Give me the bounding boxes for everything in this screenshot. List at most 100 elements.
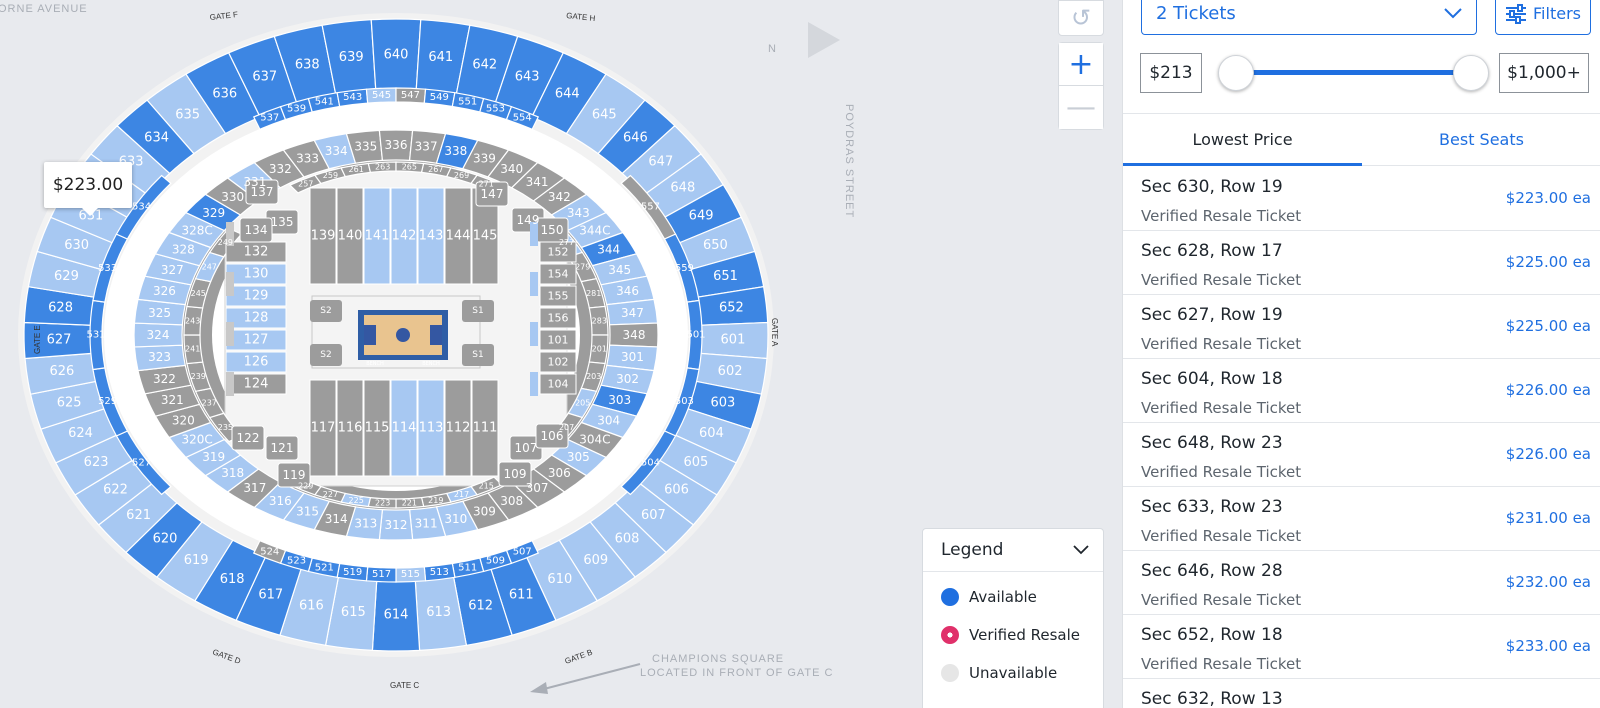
listing-row[interactable]: Sec 632, Row 13 (1123, 679, 1600, 708)
section-label: 320 (172, 413, 195, 427)
section-label: 317 (243, 481, 266, 495)
section-label: S1 (472, 350, 483, 360)
section-label: 629 (54, 269, 79, 284)
listing-row[interactable]: Sec 648, Row 23 Verified Resale Ticket $22… (1123, 423, 1600, 487)
section-label: 533 (98, 263, 117, 274)
section-label: 625 (57, 396, 82, 411)
section-label: 121 (271, 441, 294, 455)
section-label: 326 (153, 284, 176, 298)
listing-row[interactable]: Sec 652, Row 18 Verified Resale Ticket $23… (1123, 615, 1600, 679)
section-label: 259 (323, 171, 338, 180)
price-max-input[interactable]: $1,000+ (1499, 53, 1589, 93)
listing-row[interactable]: Sec 646, Row 28 Verified Resale Ticket $23… (1123, 551, 1600, 615)
section-label: 549 (430, 92, 449, 103)
price-slider-min-handle[interactable] (1218, 55, 1254, 91)
section-label: 102 (548, 356, 569, 369)
legend-header[interactable]: Legend (923, 529, 1103, 572)
zoom-controls: + — (1058, 42, 1104, 130)
section-label: 637 (252, 70, 277, 85)
section-label: 130 (244, 267, 269, 282)
section-label: 311 (415, 516, 438, 530)
section-label: 132 (244, 245, 269, 260)
listing-row[interactable]: Sec 633, Row 23 Verified Resale Ticket $23… (1123, 487, 1600, 551)
courtside-section[interactable] (530, 272, 538, 296)
section-label: 156 (548, 312, 569, 325)
filters-button[interactable]: Filters (1495, 0, 1591, 35)
reset-view-button[interactable]: ↺ (1058, 0, 1104, 36)
listing-ticket-type: Verified Resale Ticket (1141, 399, 1302, 417)
section-label: 140 (338, 229, 363, 244)
section-label: 106 (541, 429, 564, 443)
section-label: 609 (583, 553, 608, 568)
seat-map[interactable]: 635 636 637 638 639 640 641 642 643 644 645 646 647 6… (0, 0, 1122, 708)
listing-price: $225.00 ea (1505, 253, 1591, 271)
section-label: 279 (575, 263, 590, 272)
section-label: 343 (567, 206, 590, 220)
paint-right (430, 325, 442, 345)
listing-row[interactable]: Sec 630, Row 19 Verified Resale Ticket $22… (1123, 167, 1600, 231)
price-min-input[interactable]: $213 (1140, 53, 1202, 93)
section-label: 229 (298, 482, 313, 491)
section-label: 245 (191, 289, 206, 298)
section-label: 328C (182, 224, 213, 238)
section-label: 142 (392, 229, 417, 244)
courtside-section[interactable] (530, 372, 538, 396)
zoom-out-button[interactable]: — (1058, 86, 1104, 130)
gate-label: GATE E (33, 325, 42, 354)
section-label: 139 (311, 229, 336, 244)
section-label: 249 (218, 238, 233, 247)
section-label: 205 (575, 398, 590, 407)
gate-label: GATE C (390, 681, 419, 690)
section-label: 338 (444, 144, 467, 158)
section-label: 137 (251, 185, 274, 199)
sort-tabs: Lowest Price Best Seats (1123, 113, 1600, 166)
tab-best-seats[interactable]: Best Seats (1362, 114, 1600, 165)
listing-row[interactable]: Sec 604, Row 18 Verified Resale Ticket $22… (1123, 359, 1600, 423)
section-label: 602 (718, 364, 743, 379)
section-label: 116 (338, 421, 363, 436)
section-label: 630 (64, 238, 89, 253)
available-dot-icon (941, 588, 959, 606)
ticket-quantity-select[interactable]: 2 Tickets (1141, 0, 1477, 35)
section-label: 149 (517, 213, 540, 227)
section-label: 545 (372, 90, 391, 101)
listing-row[interactable]: Sec 627, Row 19 Verified Resale Ticket $22… (1123, 295, 1600, 359)
section-label: 553 (486, 103, 505, 114)
gate-label: GATE A (770, 318, 779, 347)
section-label: 524 (260, 547, 279, 558)
section-label: 225 (349, 496, 364, 505)
section-label: 612 (468, 599, 493, 614)
listing-title: Sec 652, Row 18 (1141, 625, 1283, 645)
courtside-section[interactable] (226, 322, 234, 346)
listing-ticket-type: Verified Resale Ticket (1141, 527, 1302, 545)
section-label: 144 (446, 229, 471, 244)
courtside-section[interactable] (226, 372, 234, 396)
section-label: 306 (548, 466, 571, 480)
courtside-section[interactable] (226, 272, 234, 296)
section-label: 109 (504, 467, 527, 481)
section-label: 332 (269, 162, 292, 176)
listing-ticket-type: Verified Resale Ticket (1141, 335, 1302, 353)
section-label: 619 (184, 553, 209, 568)
section-label: 281 (586, 289, 601, 298)
section-label: 215 (479, 482, 494, 491)
courtside-section[interactable] (530, 322, 538, 346)
section-label: 627 (47, 332, 72, 347)
zoom-in-button[interactable]: + (1058, 42, 1104, 86)
section-label: 347 (621, 306, 644, 320)
paint-left (364, 325, 376, 345)
tab-lowest-price[interactable]: Lowest Price (1123, 114, 1362, 166)
listing-row[interactable]: Sec 628, Row 17 Verified Resale Ticket $22… (1123, 231, 1600, 295)
section-label: 239 (191, 372, 206, 381)
section-label: 539 (287, 103, 306, 114)
section-label: 523 (287, 556, 306, 567)
section-label: 155 (548, 290, 569, 303)
price-slider-track[interactable] (1235, 70, 1469, 75)
north-letter: N (768, 43, 777, 55)
section-label: 554 (513, 112, 532, 123)
section-label: 616 (299, 599, 324, 614)
section-label: 507 (513, 547, 532, 558)
section-label: 114 (392, 421, 417, 436)
section-label: 237 (202, 398, 217, 407)
price-slider-max-handle[interactable] (1453, 55, 1489, 91)
